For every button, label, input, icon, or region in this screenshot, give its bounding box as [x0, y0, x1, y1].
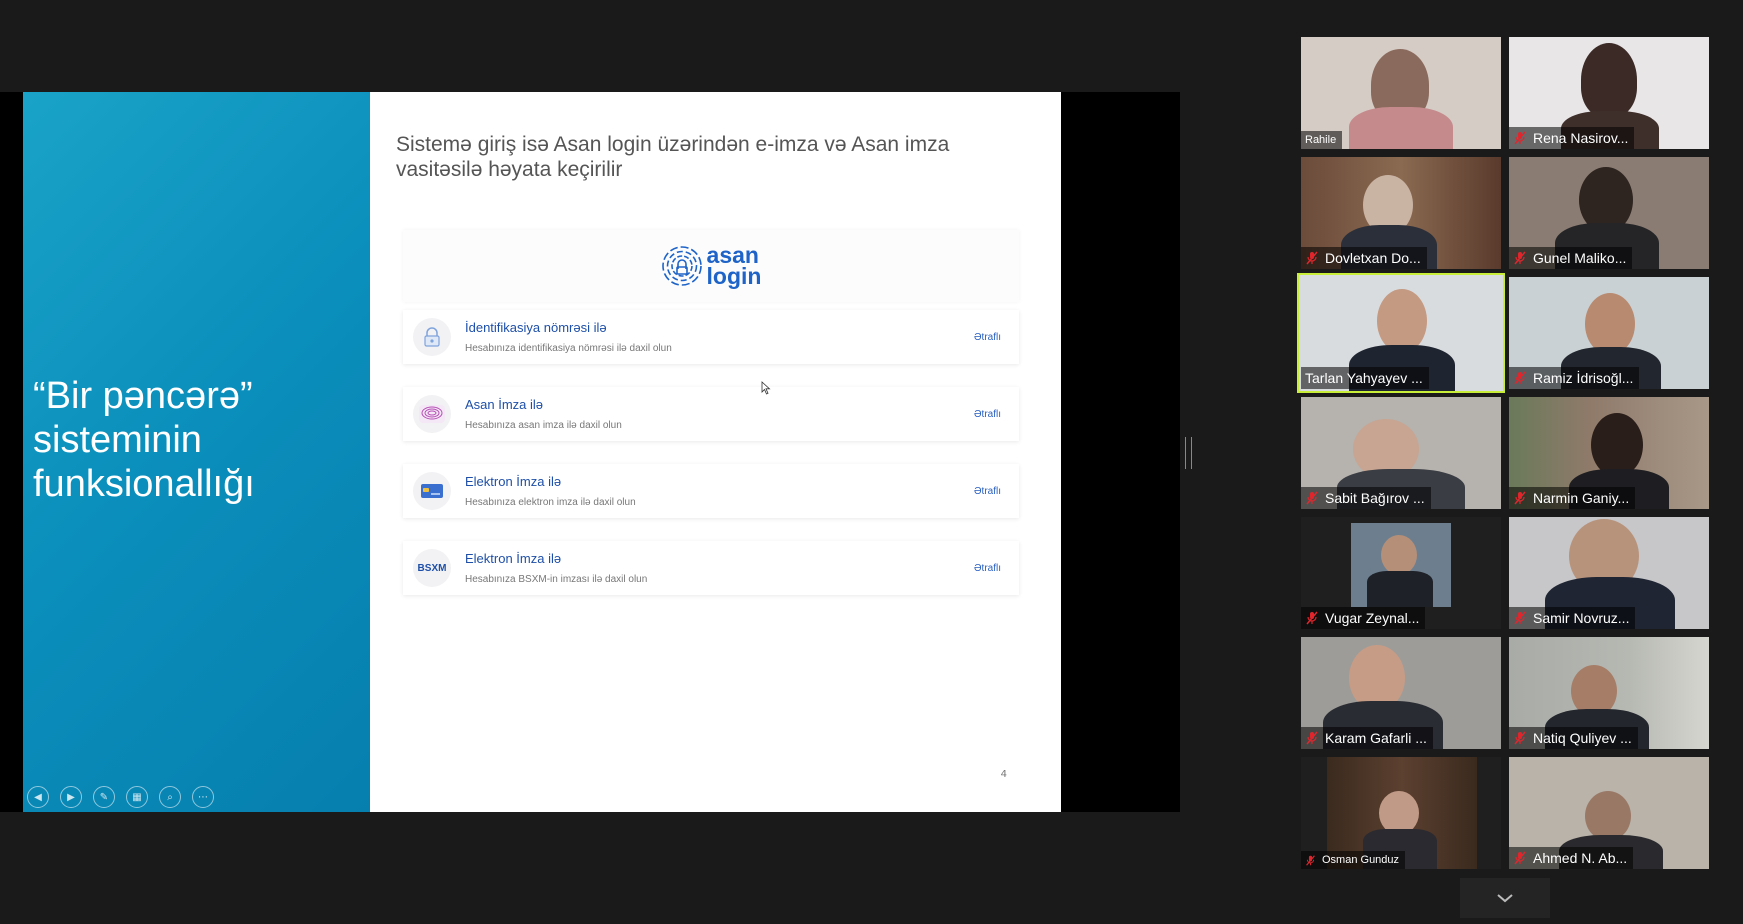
login-method-title: İdentifikasiya nömrəsi ilə	[465, 320, 607, 335]
logo-text-login: login	[706, 263, 762, 289]
zoom-icon[interactable]: ⌕	[159, 786, 181, 808]
muted-mic-icon	[1306, 611, 1318, 625]
muted-mic-icon	[1514, 731, 1526, 745]
muted-mic-icon	[1514, 131, 1526, 145]
login-method-subtitle: Hesabınıza asan imza ilə daxil olun	[465, 420, 622, 431]
participant-name: Gunel Maliko...	[1509, 247, 1633, 269]
login-method-subtitle: Hesabınıza identifikasiya nömrəsi ilə da…	[465, 343, 672, 354]
login-method-row[interactable]: Elektron İmza ilə Hesabınıza elektron im…	[403, 464, 1019, 518]
participant-tile[interactable]: Gunel Maliko...	[1509, 157, 1709, 269]
participant-name: Ramiz İdrisoğl...	[1509, 367, 1640, 389]
participant-name: Ahmed N. Ab...	[1509, 847, 1634, 869]
muted-mic-icon	[1514, 851, 1526, 865]
participant-name: Rahile	[1301, 131, 1343, 149]
participant-name: Vugar Zeynal...	[1301, 607, 1426, 629]
slide-page-number: 4	[1000, 769, 1007, 780]
login-method-subtitle: Hesabınıza elektron imza ilə daxil olun	[465, 497, 636, 508]
participant-tile[interactable]: Karam Gafarli ...	[1301, 637, 1501, 749]
slide-content: Sistemə giriş isə Asan login üzərindən e…	[370, 92, 1061, 812]
participant-tile[interactable]: Osman Gunduz	[1301, 757, 1501, 869]
participant-tile[interactable]: Dovletxan Do...	[1301, 157, 1501, 269]
participant-name: Tarlan Yahyayev ...	[1301, 367, 1429, 389]
prev-icon[interactable]: ◀	[27, 786, 49, 808]
login-method-row[interactable]: İdentifikasiya nömrəsi ilə Hesabınıza id…	[403, 310, 1019, 364]
participant-name: Samir Novruz...	[1509, 607, 1636, 629]
muted-mic-icon	[1514, 491, 1526, 505]
login-method-row[interactable]: Asan İmza ilə Hesabınıza asan imza ilə d…	[403, 387, 1019, 441]
participant-tile-active-speaker[interactable]: Tarlan Yahyayev ...	[1297, 273, 1505, 393]
participant-tile[interactable]: Rena Nasirov...	[1509, 37, 1709, 149]
muted-mic-icon	[1514, 371, 1526, 385]
login-method-list: İdentifikasiya nömrəsi ilə Hesabınıza id…	[403, 310, 1019, 618]
muted-mic-icon	[1514, 251, 1526, 265]
participant-name: Karam Gafarli ...	[1301, 727, 1433, 749]
participant-tile[interactable]: Sabit Bağırov ...	[1301, 397, 1501, 509]
fingerprint-icon	[661, 246, 702, 286]
participant-name: Narmin Ganiy...	[1509, 487, 1636, 509]
more-link[interactable]: Ətraflı	[974, 409, 1001, 420]
asan-imza-icon	[413, 395, 451, 433]
login-method-subtitle: Hesabınıza BSXM-in imzası ilə daxil olun	[465, 574, 648, 585]
slide-heading: Sistemə giriş isə Asan login üzərindən e…	[396, 133, 950, 181]
slide-left-title: “Bir pəncərə” sisteminin funksionallığı	[33, 375, 255, 505]
participant-name: Dovletxan Do...	[1301, 247, 1427, 269]
card-icon	[413, 472, 451, 510]
asan-login-logo: asan login	[661, 244, 762, 289]
slide-left-panel: “Bir pəncərə” sisteminin funksionallığı	[23, 92, 370, 812]
bsxm-icon: BSXM	[413, 549, 451, 587]
participant-name: Natiq Quliyev ...	[1509, 727, 1638, 749]
mouse-cursor-icon	[761, 381, 771, 395]
grid-icon[interactable]: ▦	[126, 786, 148, 808]
more-link[interactable]: Ətraflı	[974, 563, 1001, 574]
muted-mic-icon	[1514, 611, 1526, 625]
participant-name: Rena Nasirov...	[1509, 127, 1635, 149]
lock-icon	[413, 318, 451, 356]
pen-icon[interactable]: ✎	[93, 786, 115, 808]
participant-tile[interactable]: Vugar Zeynal...	[1301, 517, 1501, 629]
muted-mic-icon	[1306, 854, 1315, 866]
bsxm-icon-text: BSXM	[417, 562, 447, 574]
chevron-down-icon	[1497, 894, 1513, 903]
slide-controls: ◀ ▶ ✎ ▦ ⌕ ⋯	[27, 786, 214, 808]
asan-login-header: asan login	[403, 230, 1019, 302]
participant-tile[interactable]: Ahmed N. Ab...	[1509, 757, 1709, 869]
more-link[interactable]: Ətraflı	[974, 332, 1001, 343]
muted-mic-icon	[1306, 251, 1318, 265]
next-icon[interactable]: ▶	[60, 786, 82, 808]
muted-mic-icon	[1306, 491, 1318, 505]
panel-splitter-handle[interactable]	[1185, 437, 1192, 469]
login-method-title: Elektron İmza ilə	[465, 551, 562, 566]
participant-tile[interactable]: Rahile	[1301, 37, 1501, 149]
participant-name: Osman Gunduz	[1301, 851, 1406, 869]
login-method-title: Asan İmza ilə	[465, 397, 544, 412]
muted-mic-icon	[1306, 731, 1318, 745]
participant-name: Sabit Bağırov ...	[1301, 487, 1431, 509]
gallery-next-page-button[interactable]	[1460, 878, 1550, 918]
participant-tile[interactable]: Narmin Ganiy...	[1509, 397, 1709, 509]
participant-tile[interactable]: Ramiz İdrisoğl...	[1509, 277, 1709, 389]
participant-tile[interactable]: Natiq Quliyev ...	[1509, 637, 1709, 749]
participant-tile[interactable]: Samir Novruz...	[1509, 517, 1709, 629]
login-method-title: Elektron İmza ilə	[465, 474, 562, 489]
more-link[interactable]: Ətraflı	[974, 486, 1001, 497]
more-icon[interactable]: ⋯	[192, 786, 214, 808]
login-method-row[interactable]: BSXM Elektron İmza ilə Hesabınıza BSXM-i…	[403, 541, 1019, 595]
